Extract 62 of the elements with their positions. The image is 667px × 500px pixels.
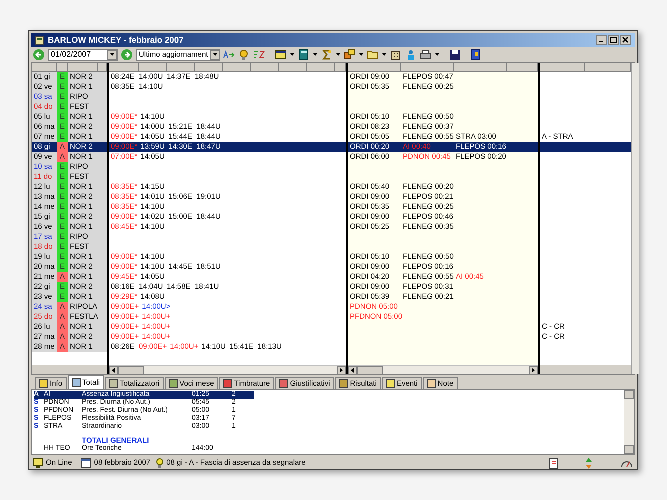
column-header[interactable] — [68, 63, 98, 72]
minimize-button[interactable] — [596, 35, 607, 45]
column-header[interactable] — [139, 63, 167, 72]
tab-icon — [72, 378, 81, 387]
tab-icon — [168, 379, 178, 388]
tab-icon — [279, 379, 288, 388]
column-header[interactable] — [57, 63, 68, 72]
app-icon — [35, 36, 44, 44]
sort-icon[interactable] — [223, 48, 235, 60]
forward-arrow-icon[interactable] — [121, 48, 133, 60]
vertical-scrollbar[interactable] — [631, 63, 639, 374]
column-header[interactable] — [167, 63, 195, 72]
tab-icon — [386, 379, 395, 388]
lamp-icon — [156, 458, 164, 468]
sort-down-icon[interactable] — [253, 48, 265, 60]
column-header[interactable] — [98, 63, 107, 72]
printer-icon[interactable] — [420, 48, 432, 60]
column-header[interactable] — [109, 63, 139, 72]
right-arrow-icon[interactable] — [340, 368, 343, 372]
scrollbar-thumb[interactable] — [357, 366, 383, 374]
caret-icon[interactable] — [110, 53, 114, 56]
book-icon[interactable] — [470, 48, 482, 60]
sigma-icon[interactable] — [321, 48, 333, 60]
horizontal-scrollbar[interactable] — [109, 365, 346, 374]
column-header[interactable] — [540, 63, 585, 72]
caret-icon[interactable] — [382, 53, 387, 56]
lamp-icon[interactable] — [238, 48, 250, 60]
column-header[interactable] — [223, 63, 251, 72]
column-header[interactable] — [195, 63, 223, 72]
calculator-icon[interactable] — [298, 48, 310, 60]
boxes-icon[interactable] — [344, 48, 356, 60]
close-button[interactable] — [620, 35, 631, 45]
vertical-scrollbar[interactable] — [624, 390, 634, 454]
column-header[interactable] — [335, 63, 346, 72]
tab-icon — [223, 379, 232, 388]
window-icon[interactable] — [275, 48, 287, 60]
left-arrow-icon[interactable] — [351, 368, 354, 372]
back-arrow-icon[interactable] — [33, 48, 45, 60]
caret-icon[interactable] — [313, 53, 318, 56]
caret-icon[interactable] — [336, 53, 341, 56]
column-header[interactable] — [507, 63, 538, 72]
maximize-icon — [610, 37, 617, 43]
maximize-button[interactable] — [608, 35, 619, 45]
up-down-arrows-icon — [585, 458, 593, 468]
tab-icon — [39, 379, 48, 388]
caret-icon[interactable] — [359, 53, 364, 56]
tab-icon — [426, 379, 436, 388]
left-arrow-icon[interactable] — [112, 368, 115, 372]
tab-icon — [109, 379, 118, 388]
caret-icon[interactable] — [212, 53, 218, 56]
caret-icon[interactable] — [290, 53, 295, 56]
horizontal-scrollbar[interactable] — [348, 365, 538, 374]
column-header[interactable] — [585, 63, 631, 72]
date-combobox[interactable]: 01/02/2007 — [48, 48, 118, 60]
save-icon[interactable] — [449, 48, 461, 60]
scrollbar-thumb[interactable] — [118, 366, 144, 374]
window-title: BARLOW MICKEY - febbraio 2007 — [48, 34, 184, 46]
caret-icon[interactable] — [435, 53, 440, 56]
column-header[interactable] — [32, 63, 57, 72]
close-icon — [622, 37, 629, 43]
tab-icon — [339, 379, 348, 388]
right-arrow-icon[interactable] — [532, 368, 535, 372]
